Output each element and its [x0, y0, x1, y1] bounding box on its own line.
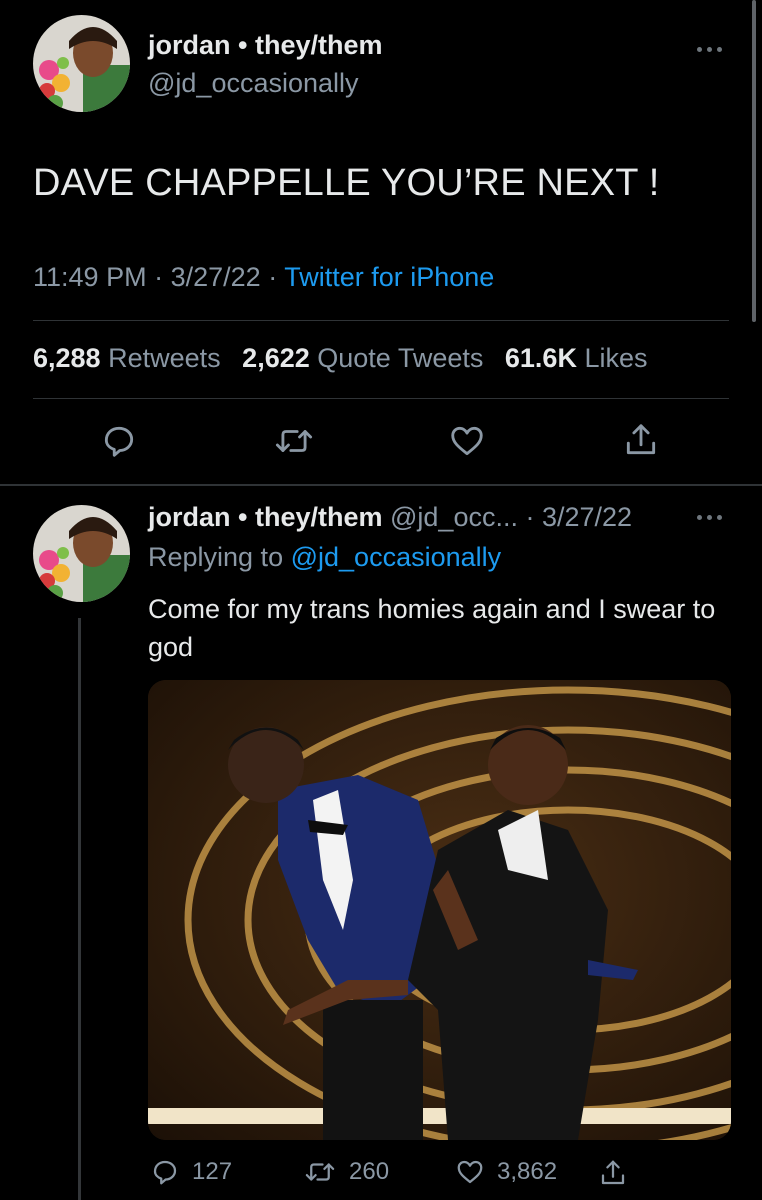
replying-mention[interactable]: @jd_occasionally: [291, 542, 502, 572]
reply-header: jordan • they/them @jd_occ... · 3/27/22: [148, 502, 632, 533]
reply-action-share[interactable]: [598, 1157, 628, 1189]
retweet-icon: [305, 1163, 335, 1181]
divider: [33, 398, 729, 399]
tweet-meta: 11:49 PM · 3/27/22 · Twitter for iPhone: [33, 262, 494, 293]
like-count: 3,862: [497, 1158, 558, 1185]
heart-icon[interactable]: [447, 422, 487, 465]
likes-stat[interactable]: 61.6K Likes: [505, 343, 648, 373]
meta-separator: ·: [154, 262, 171, 292]
more-options-icon[interactable]: [697, 42, 731, 56]
tweet-separator: [0, 484, 762, 486]
retweet-count: 260: [349, 1158, 390, 1185]
replying-to: Replying to @jd_occasionally: [148, 542, 501, 573]
reply-display-name[interactable]: jordan • they/them: [148, 502, 382, 532]
avatar[interactable]: [33, 15, 130, 112]
quotes-stat[interactable]: 2,622 Quote Tweets: [242, 343, 483, 373]
reply-text: Come for my trans homies again and I swe…: [148, 594, 716, 662]
share-icon: [601, 1160, 625, 1185]
handle[interactable]: @jd_occasionally: [148, 68, 359, 99]
meta-separator: ·: [268, 262, 285, 292]
divider: [33, 320, 729, 321]
reply-action-like[interactable]: 3,862: [455, 1157, 557, 1187]
display-name[interactable]: jordan • they/them: [148, 30, 382, 61]
replying-prefix: Replying to: [148, 542, 284, 572]
retweet-icon[interactable]: [273, 422, 315, 465]
reply-avatar[interactable]: [33, 505, 130, 602]
share-icon[interactable]: [622, 420, 660, 465]
thread-line: [78, 618, 81, 1200]
reply-count: 127: [192, 1158, 233, 1185]
heart-icon: [457, 1160, 483, 1184]
tweet-time: 11:49 PM: [33, 262, 147, 292]
reply-action-reply[interactable]: 127: [150, 1157, 232, 1187]
retweets-stat[interactable]: 6,288 Retweets: [33, 343, 221, 373]
reply-separator: ·: [517, 502, 542, 532]
reply-photo[interactable]: [148, 680, 731, 1140]
tweet-text: DAVE CHAPPELLE YOU’RE NEXT !: [33, 162, 660, 204]
tweet-source[interactable]: Twitter for iPhone: [284, 262, 494, 292]
reply-icon: [153, 1160, 177, 1185]
tweet-date: 3/27/22: [170, 262, 261, 292]
scrollbar[interactable]: [752, 0, 756, 322]
tweet-stats: 6,288 Retweets 2,622 Quote Tweets 61.6K …: [33, 343, 648, 374]
reply-date[interactable]: 3/27/22: [542, 502, 632, 532]
reply-more-options-icon[interactable]: [697, 510, 731, 524]
reply-icon[interactable]: [100, 422, 138, 465]
reply-handle[interactable]: @jd_occ...: [390, 502, 518, 532]
reply-action-retweet[interactable]: 260: [303, 1157, 389, 1187]
